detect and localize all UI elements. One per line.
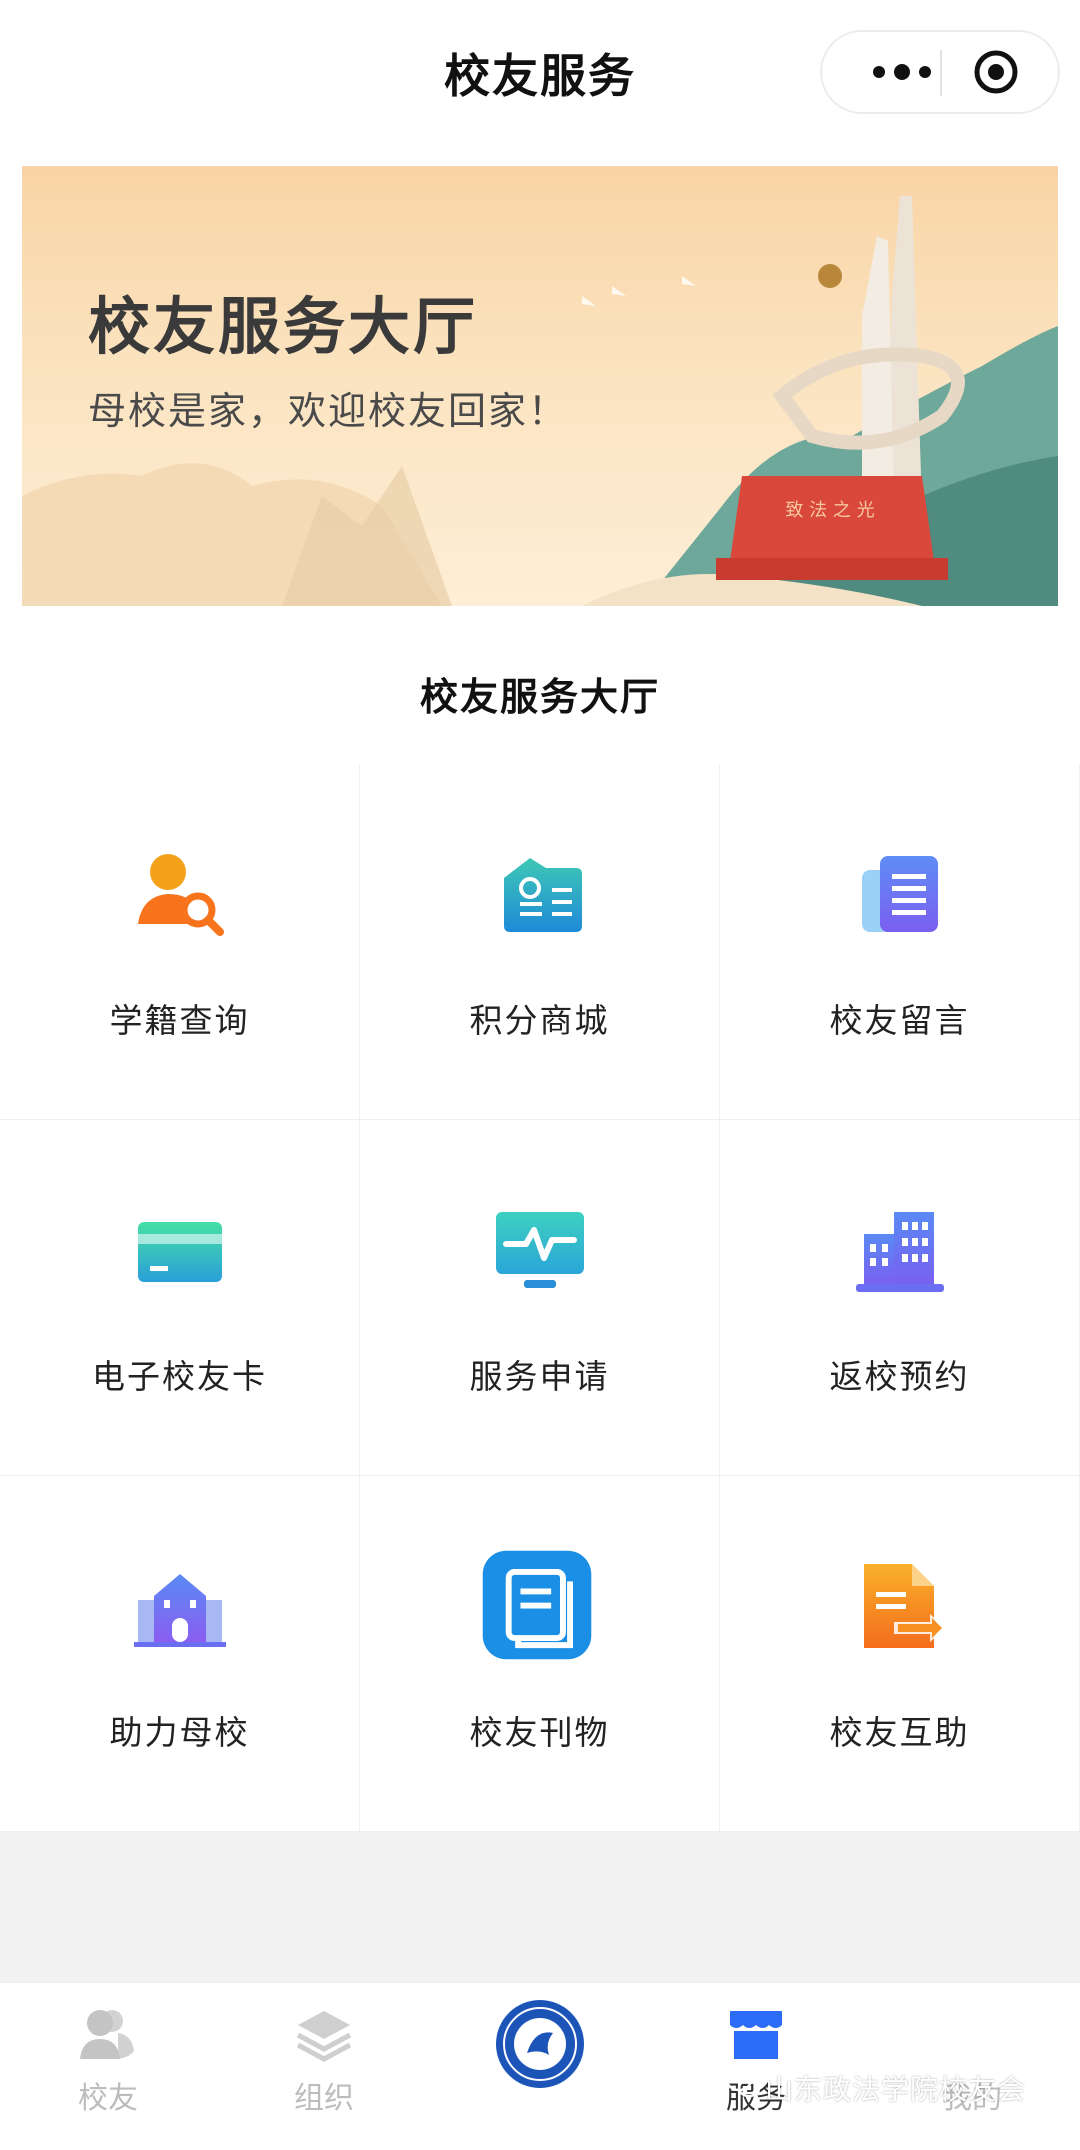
service-label: 积分商城 xyxy=(469,1001,610,1040)
service-item-alumni-publications[interactable]: 校友刊物 xyxy=(360,1476,720,1832)
service-label: 助力母校 xyxy=(109,1713,250,1752)
service-item-points-mall[interactable]: 积分商城 xyxy=(360,764,720,1120)
service-label: 电子校友卡 xyxy=(92,1357,267,1396)
close-miniprogram-icon[interactable] xyxy=(973,49,1019,95)
people-icon xyxy=(80,2010,134,2059)
file-transfer-icon xyxy=(864,1564,946,1648)
banner-subtitle: 母校是家，欢迎校友回家！ xyxy=(88,389,569,433)
service-item-support-alma-mater[interactable]: 助力母校 xyxy=(0,1476,360,1832)
nav-header: 校友服务 xyxy=(0,0,1080,150)
school-logo-icon xyxy=(496,2000,584,2088)
document-icon xyxy=(862,856,938,932)
mini-program-capsule xyxy=(820,30,1060,114)
service-label: 返校预约 xyxy=(829,1357,970,1396)
services-grid: 学籍查询 积分商城 校友留言 电子校友卡 服务申请 返校预约 助力母校 校友刊物… xyxy=(0,764,1080,1832)
service-item-academic-records[interactable]: 学籍查询 xyxy=(0,764,360,1120)
source-watermark: 山东政法学院校友会 xyxy=(765,2073,1027,2106)
more-options-button[interactable] xyxy=(857,32,947,112)
dot-icon xyxy=(919,66,931,78)
service-item-mutual-help[interactable]: 校友互助 xyxy=(720,1476,1080,1832)
tab-label: 组织 xyxy=(294,2081,354,2116)
dot-icon xyxy=(873,66,885,78)
buildings-icon xyxy=(856,1212,944,1292)
service-item-e-card[interactable]: 电子校友卡 xyxy=(0,1120,360,1476)
banner-title: 校友服务大厅 xyxy=(88,290,479,363)
service-item-service-application[interactable]: 服务申请 xyxy=(360,1120,720,1476)
capsule-divider xyxy=(940,50,942,96)
tab-mine[interactable]: 我的 xyxy=(864,1983,1080,2150)
service-item-alumni-message[interactable]: 校友留言 xyxy=(720,764,1080,1120)
store-icon xyxy=(730,2011,782,2059)
bottom-tab-bar: 校友 组织 服务 我的 xyxy=(0,1982,1080,2150)
wechat-icon xyxy=(725,2068,761,2098)
id-card-icon xyxy=(504,858,582,932)
book-icon xyxy=(482,1550,592,1660)
section-title: 校友服务大厅 xyxy=(419,675,660,719)
tab-organization[interactable]: 组织 xyxy=(216,1983,432,2150)
layers-icon xyxy=(296,2011,352,2062)
card-icon xyxy=(138,1222,222,1282)
service-label: 学籍查询 xyxy=(109,1001,250,1040)
hero-banner[interactable]: 致 法 之 光 校友服务大厅 母校是家，欢迎校友回家！ xyxy=(22,166,1058,606)
monitor-pulse-icon xyxy=(496,1212,584,1288)
tab-label: 校友 xyxy=(78,2081,138,2116)
service-label: 校友留言 xyxy=(829,1001,970,1040)
statue-inscription: 致 法 之 光 xyxy=(785,500,874,521)
service-label: 服务申请 xyxy=(469,1357,610,1396)
tab-alumni[interactable]: 校友 xyxy=(0,1983,216,2150)
service-label: 校友互助 xyxy=(829,1713,970,1752)
empty-area xyxy=(0,1832,1080,1982)
dot-icon xyxy=(894,64,910,80)
service-item-campus-visit[interactable]: 返校预约 xyxy=(720,1120,1080,1476)
service-label: 校友刊物 xyxy=(469,1713,610,1752)
person-search-icon xyxy=(138,854,224,936)
tab-home-logo[interactable] xyxy=(432,1983,648,2150)
school-building-icon xyxy=(134,1574,226,1647)
